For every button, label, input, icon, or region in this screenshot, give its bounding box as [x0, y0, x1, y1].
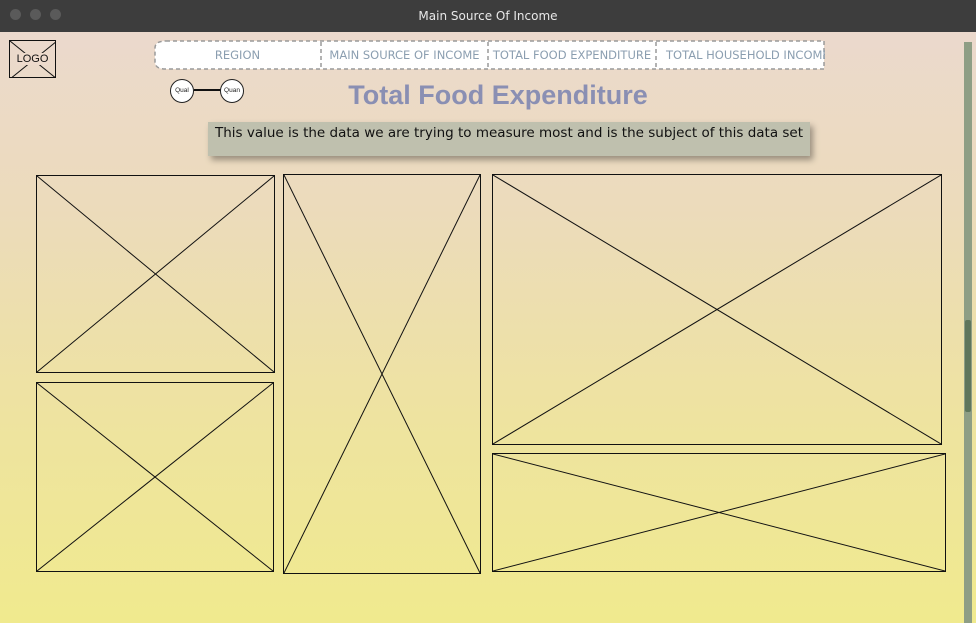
chart-placeholder-2 — [36, 382, 274, 572]
logo-placeholder: LOGO — [9, 40, 56, 78]
image-placeholder-icon — [37, 383, 273, 571]
image-placeholder-icon — [493, 454, 945, 571]
chart-placeholder-3 — [283, 174, 481, 574]
title-bar: Main Source Of Income — [0, 0, 976, 32]
toggle-track[interactable] — [194, 89, 222, 91]
logo-label: LOGO — [15, 53, 50, 65]
toggle-quan[interactable]: Quan — [220, 79, 244, 103]
chart-placeholder-4 — [492, 174, 942, 445]
image-placeholder-icon — [37, 176, 274, 372]
tab-total-food-expenditure[interactable]: TOTAL FOOD EXPENDITURE — [488, 40, 656, 70]
window-title: Main Source Of Income — [418, 9, 558, 23]
page-canvas: LOGO REGION MAIN SOURCE OF INCOME TOTAL … — [0, 32, 976, 623]
app-window: Main Source Of Income LOGO REGION MAIN S… — [0, 0, 976, 623]
tab-total-household-income[interactable]: TOTAL HOUSEHOLD INCOME — [656, 40, 825, 70]
image-placeholder-icon — [493, 175, 941, 444]
image-placeholder-icon — [284, 175, 480, 573]
nav-tab-bar: REGION MAIN SOURCE OF INCOME TOTAL FOOD … — [154, 40, 825, 70]
toggle-qual[interactable]: Qual — [170, 79, 194, 103]
tab-main-source-of-income[interactable]: MAIN SOURCE OF INCOME — [321, 40, 488, 70]
chart-placeholder-5 — [492, 453, 946, 572]
tab-region[interactable]: REGION — [154, 40, 321, 70]
page-title: Total Food Expenditure — [348, 80, 648, 110]
description-box: This value is the data we are trying to … — [208, 122, 810, 156]
scrollbar-thumb[interactable] — [965, 320, 971, 412]
chart-placeholder-1 — [36, 175, 275, 373]
